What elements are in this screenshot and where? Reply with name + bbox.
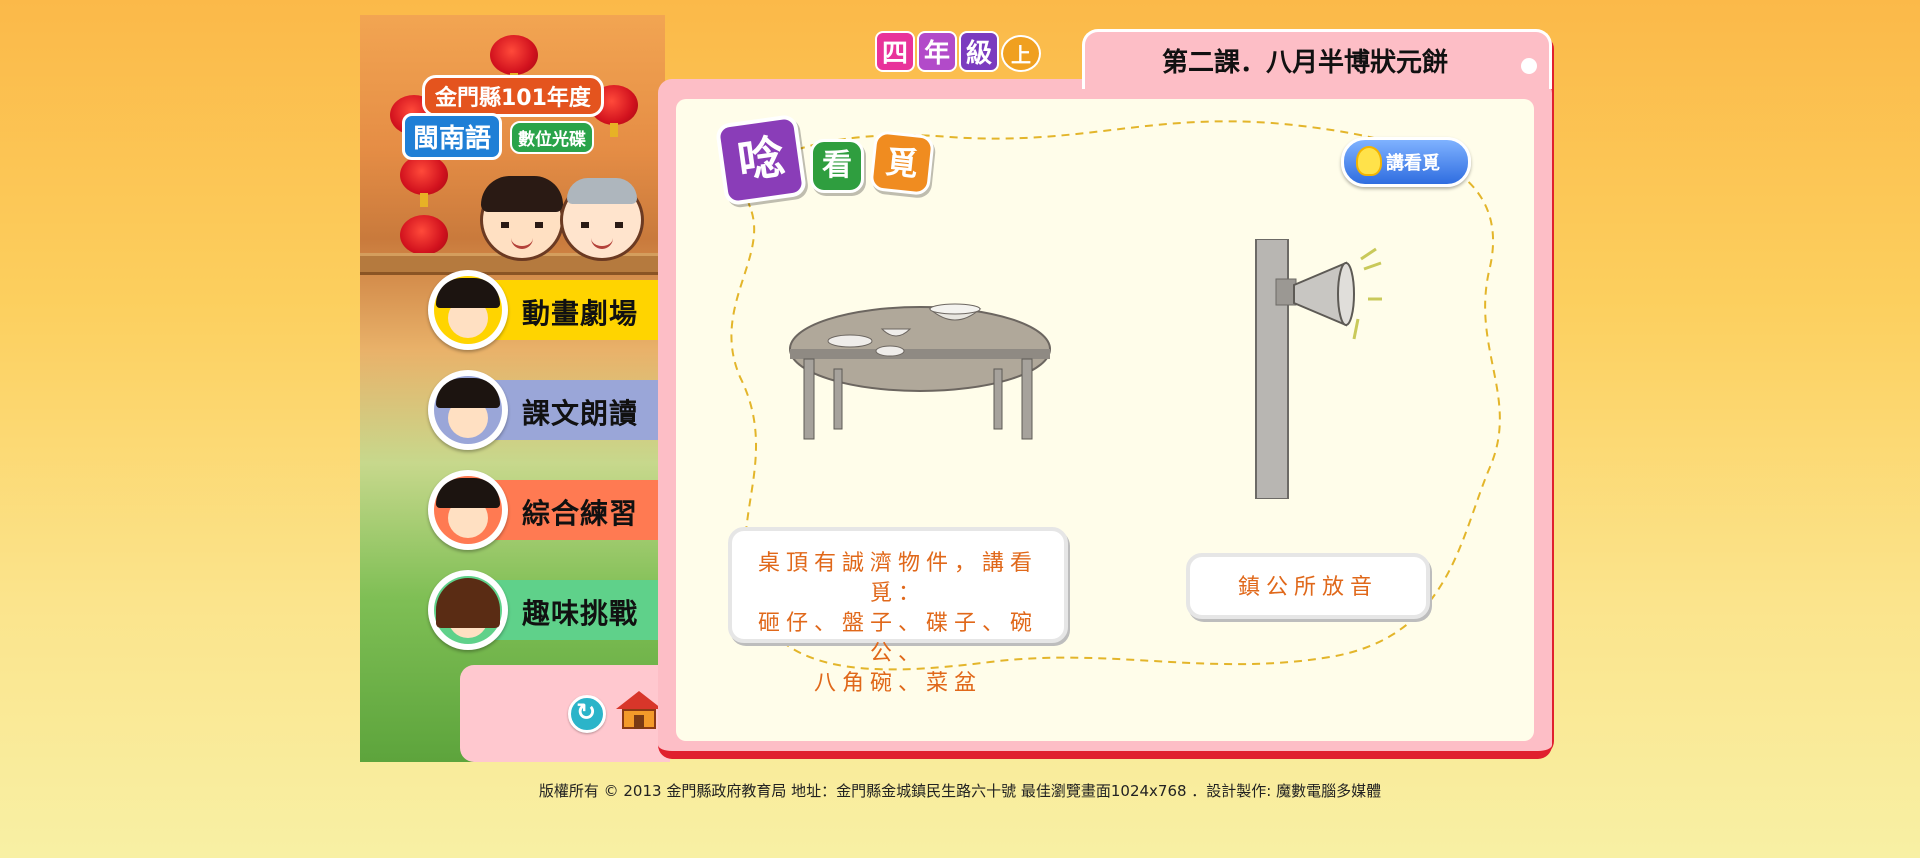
caption-line: 砸仔、盤子、碟子、碗公、 xyxy=(757,611,1038,666)
home-icon[interactable] xyxy=(616,691,662,731)
nav-label: 趣味挑戰 xyxy=(522,597,639,630)
section-title: 唸看覓 xyxy=(714,113,940,207)
caption-line: 桌頂有誠濟物件，講看覓： xyxy=(757,551,1038,606)
mascot-kids xyxy=(470,165,650,265)
man-avatar-icon xyxy=(428,470,508,550)
table-illustration[interactable] xyxy=(770,279,1070,479)
nav-label: 綜合練習 xyxy=(522,497,639,530)
nav-practice[interactable]: 綜合練習 xyxy=(428,470,665,550)
speak-button-label: 講看覓 xyxy=(1386,153,1440,174)
caption-loudspeaker: 鎮公所放音 xyxy=(1186,553,1430,619)
grade-char: 年 xyxy=(917,31,958,72)
lesson-title: 第二課．八月半博狀元餅 xyxy=(1161,48,1448,78)
lantern-icon xyxy=(400,215,448,267)
lantern-icon xyxy=(490,35,538,87)
app-window: 金門縣101年度 閩南語 數位光碟 動畫劇場 課文朗讀 綜合練習 趣味挑戰 ↻ … xyxy=(360,15,1559,762)
nav-animation-theater[interactable]: 動畫劇場 xyxy=(428,270,665,350)
boy-avatar-icon xyxy=(428,370,508,450)
lightbulb-icon xyxy=(1356,146,1382,176)
grade-char: 級 xyxy=(959,31,1000,72)
title-char: 覓 xyxy=(869,130,935,196)
grade-badge: 四年級上 xyxy=(875,31,1043,72)
nav-label: 課文朗讀 xyxy=(522,397,639,430)
nav-label: 動畫劇場 xyxy=(522,297,639,330)
app-logo: 金門縣101年度 閩南語 數位光碟 xyxy=(402,75,612,165)
caption-line: 八角碗、菜盆 xyxy=(813,671,982,696)
replay-icon[interactable] xyxy=(568,695,606,733)
activity-area: 唸看覓 講看覓 桌頂有誠濟物件，講看覓： 砸仔、盤子、碟子、碗公、 八角碗、菜盆… xyxy=(676,99,1534,741)
grade-char: 四 xyxy=(875,31,916,72)
scene-background: 金門縣101年度 閩南語 數位光碟 動畫劇場 課文朗讀 綜合練習 趣味挑戰 xyxy=(360,15,665,762)
lesson-tab: 第二課．八月半博狀元餅 xyxy=(1082,29,1552,89)
footer-copyright: 版權所有 © 2013 金門縣政府教育局 地址：金門縣金城鎮民生路六十號 最佳瀏… xyxy=(538,782,1382,800)
logo-line3: 數位光碟 xyxy=(510,121,594,154)
title-char: 看 xyxy=(810,139,864,193)
logo-line2: 閩南語 xyxy=(402,113,503,160)
caption-table: 桌頂有誠濟物件，講看覓： 砸仔、盤子、碟子、碗公、 八角碗、菜盆 xyxy=(728,527,1068,696)
title-char: 唸 xyxy=(714,113,808,207)
nav-fun-challenge[interactable]: 趣味挑戰 xyxy=(428,570,665,650)
grade-char: 上 xyxy=(1001,35,1042,72)
girl-mascot xyxy=(480,176,564,261)
logo-line1: 金門縣101年度 xyxy=(422,75,604,117)
boy-mascot xyxy=(560,178,644,261)
woman-avatar-icon xyxy=(428,570,508,650)
speak-button[interactable]: 講看覓 xyxy=(1341,137,1471,187)
nav-text-reading[interactable]: 課文朗讀 xyxy=(428,370,665,450)
girl-avatar-icon xyxy=(428,270,508,350)
loudspeaker-illustration[interactable] xyxy=(1236,239,1386,499)
tab-dot xyxy=(1521,58,1537,74)
